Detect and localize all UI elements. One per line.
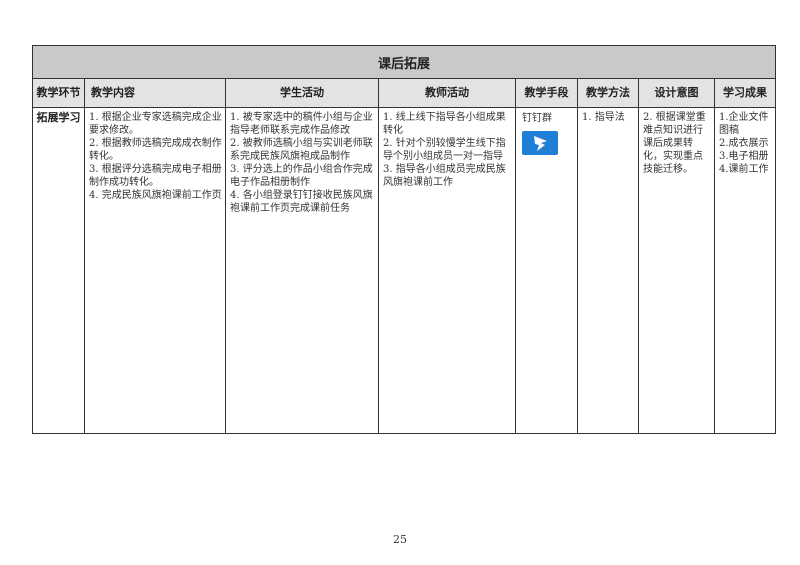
header-teaching-tool: 教学手段 — [515, 78, 578, 108]
header-design-intent: 设计意图 — [638, 78, 715, 108]
student-activity-item: 1. 被专家选中的稿件小组与企业指导老师联系完成作品修改 — [230, 112, 373, 136]
outcome-item: 4.课前工作 — [719, 164, 769, 175]
lesson-plan-table: 课后拓展 教学环节 教学内容 学生活动 教师活动 教学手段 教学方法 设计意图 … — [31, 45, 777, 434]
design-intent-cell: 2. 根据课堂重难点知识进行课后成果转化，实现重点技能迁移。 — [638, 107, 715, 434]
teacher-activity-cell: 1. 线上线下指导各小组成果转化 2. 针对个别较慢学生线下指导个别小组成员一对… — [378, 107, 516, 434]
content-item: 1. 根据企业专家选稿完成企业要求修改。 — [89, 112, 222, 136]
header-content: 教学内容 — [84, 78, 226, 108]
outcome-item: 1.企业文件图稿 — [719, 112, 769, 136]
teacher-activity-item: 3. 指导各小组成员完成民族风旗袍课前工作 — [383, 164, 506, 188]
outcome-item: 3.电子相册 — [719, 151, 769, 162]
student-activity-cell: 1. 被专家选中的稿件小组与企业指导老师联系完成作品修改 2. 被教师选稿小组与… — [225, 107, 379, 434]
content-item: 2. 根据教师选稿完成成衣制作转化。 — [89, 138, 222, 162]
content-item: 3. 根据评分选稿完成电子相册制作成功转化。 — [89, 164, 222, 188]
teaching-tool-cell: 钉钉群 — [515, 107, 578, 434]
header-stage: 教学环节 — [32, 78, 85, 108]
teaching-method-cell: 1. 指导法 — [577, 107, 639, 434]
header-teaching-method: 教学方法 — [577, 78, 639, 108]
header-student-activity: 学生活动 — [225, 78, 379, 108]
header-teacher-activity: 教师活动 — [378, 78, 516, 108]
student-activity-item: 2. 被教师选稿小组与实训老师联系完成民族风旗袍成品制作 — [230, 138, 373, 162]
method-item: 1. 指导法 — [582, 112, 625, 123]
teacher-activity-item: 1. 线上线下指导各小组成果转化 — [383, 112, 506, 136]
student-activity-item: 4. 各小组登录钉钉接收民族风旗袍课前工作页完成课前任务 — [230, 190, 373, 214]
intent-item: 2. 根据课堂重难点知识进行课后成果转化，实现重点技能迁移。 — [643, 112, 706, 175]
page-number: 25 — [393, 533, 407, 546]
stage-cell: 拓展学习 — [32, 107, 85, 434]
learning-outcome-cell: 1.企业文件图稿 2.成衣展示 3.电子相册 4.课前工作 — [713, 107, 777, 434]
teacher-activity-item: 2. 针对个别较慢学生线下指导个别小组成员一对一指导 — [383, 138, 506, 162]
content-item: 4. 完成民族风旗袍课前工作页 — [89, 190, 222, 201]
dingtalk-icon — [522, 131, 558, 155]
table-title: 课后拓展 — [31, 45, 777, 79]
student-activity-item: 3. 评分选上的作品小组合作完成电子作品相册制作 — [230, 164, 373, 188]
tool-label: 钉钉群 — [522, 113, 552, 124]
outcome-item: 2.成衣展示 — [719, 138, 769, 149]
content-cell: 1. 根据企业专家选稿完成企业要求修改。 2. 根据教师选稿完成成衣制作转化。 … — [84, 107, 226, 434]
header-learning-outcome: 学习成果 — [713, 78, 777, 108]
